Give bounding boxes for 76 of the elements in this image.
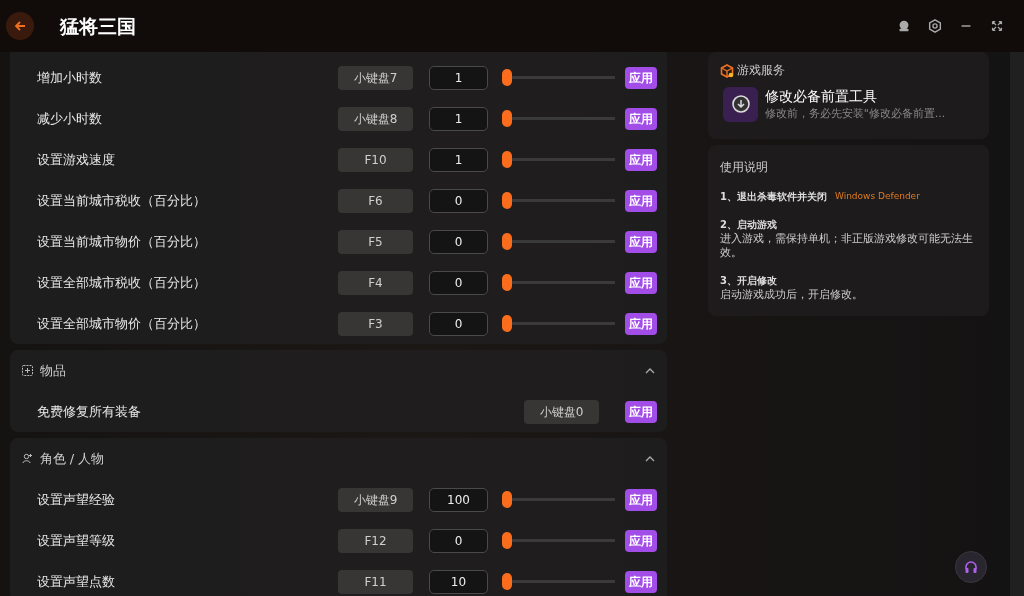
apply-button[interactable]: 应用 bbox=[625, 400, 657, 423]
value-field[interactable]: 0 bbox=[429, 528, 488, 553]
value-field[interactable]: 0 bbox=[429, 229, 488, 254]
option-label: 设置声望经验 bbox=[37, 490, 116, 509]
value-field[interactable]: 10 bbox=[429, 569, 488, 594]
value-field[interactable]: 100 bbox=[429, 487, 488, 512]
option-label: 设置全部城市物价（百分比） bbox=[37, 314, 207, 333]
box-icon bbox=[22, 365, 33, 376]
option-label: 设置全部城市税收（百分比） bbox=[37, 273, 207, 292]
hotkey-badge: 小键盘7 bbox=[338, 65, 413, 90]
apply-button[interactable]: 应用 bbox=[625, 488, 657, 511]
headset-icon bbox=[963, 559, 979, 575]
slider-thumb[interactable] bbox=[502, 69, 512, 86]
value-field[interactable]: 0 bbox=[429, 311, 488, 336]
hotkey-badge: 小键盘9 bbox=[338, 487, 413, 512]
slider-thumb[interactable] bbox=[502, 110, 512, 127]
window-title: 猛将三国 bbox=[60, 13, 136, 39]
value-field[interactable]: 1 bbox=[429, 147, 488, 172]
apply-button[interactable]: 应用 bbox=[625, 570, 657, 593]
apply-button[interactable]: 应用 bbox=[625, 230, 657, 253]
download-icon[interactable] bbox=[723, 86, 759, 122]
hotkey-badge: F12 bbox=[338, 528, 413, 553]
slider-thumb[interactable] bbox=[502, 532, 512, 549]
option-label: 设置当前城市物价（百分比） bbox=[37, 232, 207, 251]
service-title: 游戏服务 bbox=[737, 62, 786, 79]
slider-thumb[interactable] bbox=[502, 573, 512, 590]
value-field[interactable]: 0 bbox=[429, 188, 488, 213]
person-icon bbox=[22, 453, 33, 464]
option-label: 设置游戏速度 bbox=[37, 150, 116, 169]
slider-thumb[interactable] bbox=[502, 274, 512, 291]
section-title: 角色 / 人物 bbox=[39, 449, 105, 468]
step-text: 启动游戏成功后，开启修改。 bbox=[720, 287, 864, 302]
step-heading: 3、开启修改 bbox=[720, 273, 777, 288]
option-label: 设置声望点数 bbox=[37, 572, 116, 591]
slider-thumb[interactable] bbox=[502, 192, 512, 209]
apply-button[interactable]: 应用 bbox=[625, 189, 657, 212]
apply-button[interactable]: 应用 bbox=[625, 529, 657, 552]
option-label: 设置当前城市税收（百分比） bbox=[37, 191, 207, 210]
hotkey-badge: F6 bbox=[338, 188, 413, 213]
hotkey-badge: F4 bbox=[338, 270, 413, 295]
apply-button[interactable]: 应用 bbox=[625, 271, 657, 294]
hotkey-badge: 小键盘0 bbox=[524, 399, 599, 424]
hotkey-badge: F5 bbox=[338, 229, 413, 254]
option-label: 免费修复所有装备 bbox=[37, 402, 142, 421]
collapse-chevron-icon[interactable] bbox=[645, 455, 655, 462]
step-text: 进入游戏，需保持单机；非正版游戏修改可能无法生效。 bbox=[720, 232, 974, 260]
section-title: 物品 bbox=[39, 361, 66, 380]
hotkey-badge: 小键盘8 bbox=[338, 106, 413, 131]
step-heading: 2、启动游戏 bbox=[720, 218, 777, 233]
tool-description: 修改前，务必先安装"修改必备前置... bbox=[764, 106, 946, 122]
collapse-chevron-icon[interactable] bbox=[645, 367, 655, 374]
option-label: 增加小时数 bbox=[37, 68, 103, 87]
settings-icon[interactable] bbox=[926, 17, 944, 35]
hotkey-badge: F10 bbox=[338, 147, 413, 172]
value-field[interactable]: 1 bbox=[429, 65, 488, 90]
package-icon bbox=[720, 63, 734, 78]
apply-button[interactable]: 应用 bbox=[625, 107, 657, 130]
value-field[interactable]: 0 bbox=[429, 270, 488, 295]
hotkey-badge: F11 bbox=[338, 569, 413, 594]
slider-thumb[interactable] bbox=[502, 491, 512, 508]
highlight-text: Windows Defender bbox=[834, 190, 920, 203]
step-heading: 1、退出杀毒软件并关闭 bbox=[720, 190, 827, 205]
back-arrow-icon bbox=[13, 19, 27, 33]
tool-name[interactable]: 修改必备前置工具 bbox=[764, 85, 946, 106]
value-field[interactable]: 1 bbox=[429, 106, 488, 131]
slider-thumb[interactable] bbox=[502, 315, 512, 332]
slider-thumb[interactable] bbox=[502, 233, 512, 250]
apply-button[interactable]: 应用 bbox=[625, 312, 657, 335]
apply-button[interactable]: 应用 bbox=[625, 66, 657, 89]
slider-thumb[interactable] bbox=[502, 151, 512, 168]
instructions-title: 使用说明 bbox=[720, 159, 769, 176]
option-label: 设置声望等级 bbox=[37, 531, 116, 550]
hotkey-badge: F3 bbox=[338, 311, 413, 336]
back-button[interactable] bbox=[6, 12, 34, 40]
apply-button[interactable]: 应用 bbox=[625, 148, 657, 171]
option-label: 减少小时数 bbox=[37, 109, 103, 128]
